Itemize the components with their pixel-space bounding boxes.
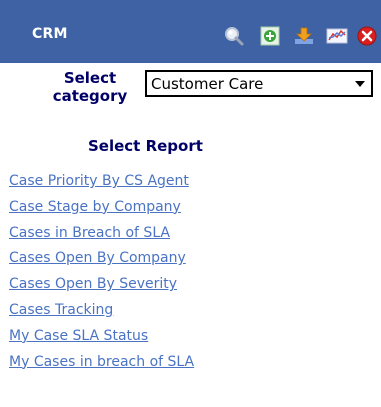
- chevron-down-icon: [355, 81, 365, 87]
- report-link-cases-tracking[interactable]: Cases Tracking: [9, 302, 113, 318]
- list-item: Case Priority By CS Agent: [9, 170, 194, 196]
- report-link-case-stage-by-company[interactable]: Case Stage by Company: [9, 199, 181, 215]
- category-select[interactable]: Customer Care: [145, 70, 373, 97]
- download-button[interactable]: [293, 25, 315, 47]
- add-button[interactable]: [259, 25, 281, 47]
- list-item: Cases Tracking: [9, 299, 194, 325]
- app-title: CRM: [32, 26, 68, 42]
- report-link-cases-open-by-severity[interactable]: Cases Open By Severity: [9, 276, 177, 292]
- select-category-label: Select category: [52, 69, 128, 105]
- close-icon: [357, 26, 377, 46]
- chart-icon: [326, 28, 348, 44]
- report-link-cases-in-breach-of-sla[interactable]: Cases in Breach of SLA: [9, 225, 170, 241]
- report-link-cases-open-by-company[interactable]: Cases Open By Company: [9, 250, 186, 266]
- report-list: Case Priority By CS Agent Case Stage by …: [9, 170, 194, 376]
- header-bar: CRM: [0, 0, 381, 63]
- list-item: My Cases in breach of SLA: [9, 351, 194, 377]
- close-button[interactable]: [356, 25, 378, 47]
- category-select-value: Customer Care: [151, 75, 264, 93]
- download-icon: [295, 27, 313, 44]
- report-link-my-cases-in-breach-of-sla[interactable]: My Cases in breach of SLA: [9, 354, 194, 370]
- list-item: Case Stage by Company: [9, 196, 194, 222]
- search-icon: [225, 27, 244, 46]
- chart-button[interactable]: [326, 25, 348, 47]
- report-link-my-case-sla-status[interactable]: My Case SLA Status: [9, 328, 148, 344]
- list-item: My Case SLA Status: [9, 325, 194, 351]
- list-item: Cases in Breach of SLA: [9, 222, 194, 248]
- select-report-heading: Select Report: [88, 137, 203, 155]
- add-icon: [260, 26, 280, 46]
- list-item: Cases Open By Company: [9, 247, 194, 273]
- search-button[interactable]: [223, 25, 245, 47]
- list-item: Cases Open By Severity: [9, 273, 194, 299]
- report-link-case-priority-by-cs-agent[interactable]: Case Priority By CS Agent: [9, 173, 189, 189]
